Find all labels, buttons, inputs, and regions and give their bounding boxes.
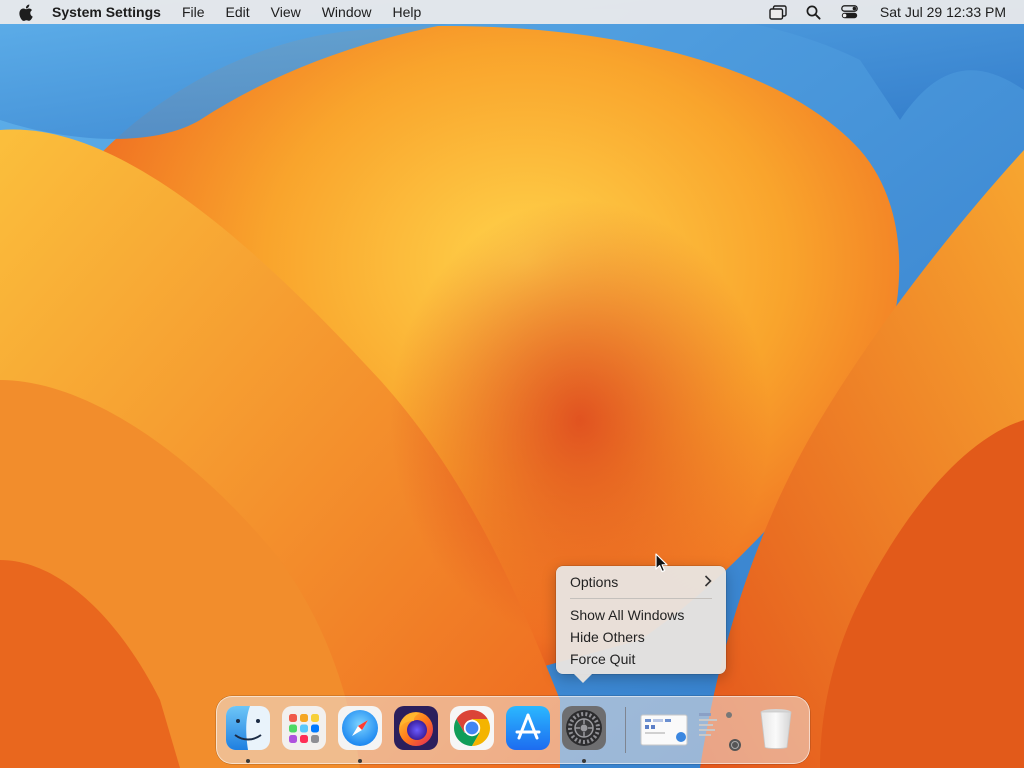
control-center-icon[interactable] bbox=[840, 3, 860, 21]
finder-icon[interactable] bbox=[225, 705, 271, 751]
ctx-options-label: Options bbox=[570, 574, 619, 590]
ctx-separator bbox=[570, 598, 712, 599]
chrome-icon[interactable] bbox=[449, 705, 495, 751]
ctx-force-quit-item[interactable]: Force Quit bbox=[570, 649, 712, 669]
system-settings-icon[interactable] bbox=[561, 705, 607, 751]
trash-icon[interactable] bbox=[753, 705, 799, 751]
menu-bar: System Settings File Edit View Window He… bbox=[0, 0, 1024, 24]
launchpad-icon[interactable] bbox=[281, 705, 327, 751]
screenshot-thumbnail-icon[interactable] bbox=[639, 705, 688, 751]
app-store-icon[interactable] bbox=[505, 705, 551, 751]
safari-icon[interactable] bbox=[337, 705, 383, 751]
menu-bar-clock[interactable]: Sat Jul 29 12:33 PM bbox=[880, 4, 1006, 20]
ctx-menu-pointer bbox=[574, 674, 592, 683]
ctx-hide-others-label: Hide Others bbox=[570, 629, 645, 645]
menu-view[interactable]: View bbox=[271, 4, 301, 20]
ctx-hide-others-item[interactable]: Hide Others bbox=[570, 627, 712, 647]
spotlight-search-icon[interactable] bbox=[804, 3, 824, 21]
ctx-show-all-windows-label: Show All Windows bbox=[570, 607, 685, 623]
chevron-right-icon bbox=[704, 574, 712, 590]
window-switch-icon[interactable] bbox=[768, 3, 788, 21]
firefox-icon[interactable] bbox=[393, 705, 439, 751]
menu-help[interactable]: Help bbox=[393, 4, 422, 20]
ctx-options-item[interactable]: Options bbox=[570, 572, 712, 592]
app-name-menu[interactable]: System Settings bbox=[52, 4, 161, 20]
finder-running-indicator bbox=[246, 759, 250, 763]
dock-divider bbox=[625, 707, 626, 753]
dock-context-menu: Options Show All Windows Hide Others For… bbox=[556, 566, 726, 683]
menu-file[interactable]: File bbox=[182, 4, 205, 20]
apple-logo-icon[interactable] bbox=[18, 3, 34, 21]
mouse-cursor-icon bbox=[655, 553, 668, 573]
menu-edit[interactable]: Edit bbox=[226, 4, 250, 20]
desktop-wallpaper bbox=[0, 0, 1024, 768]
downloads-stack-icon[interactable] bbox=[695, 705, 741, 751]
safari-running-indicator bbox=[358, 759, 362, 763]
ctx-show-all-windows-item[interactable]: Show All Windows bbox=[570, 605, 712, 625]
menu-bar-status-area: Sat Jul 29 12:33 PM bbox=[768, 0, 1006, 24]
system-settings-running-indicator bbox=[582, 759, 586, 763]
ctx-force-quit-label: Force Quit bbox=[570, 651, 636, 667]
dock bbox=[216, 696, 810, 764]
menu-window[interactable]: Window bbox=[322, 4, 372, 20]
